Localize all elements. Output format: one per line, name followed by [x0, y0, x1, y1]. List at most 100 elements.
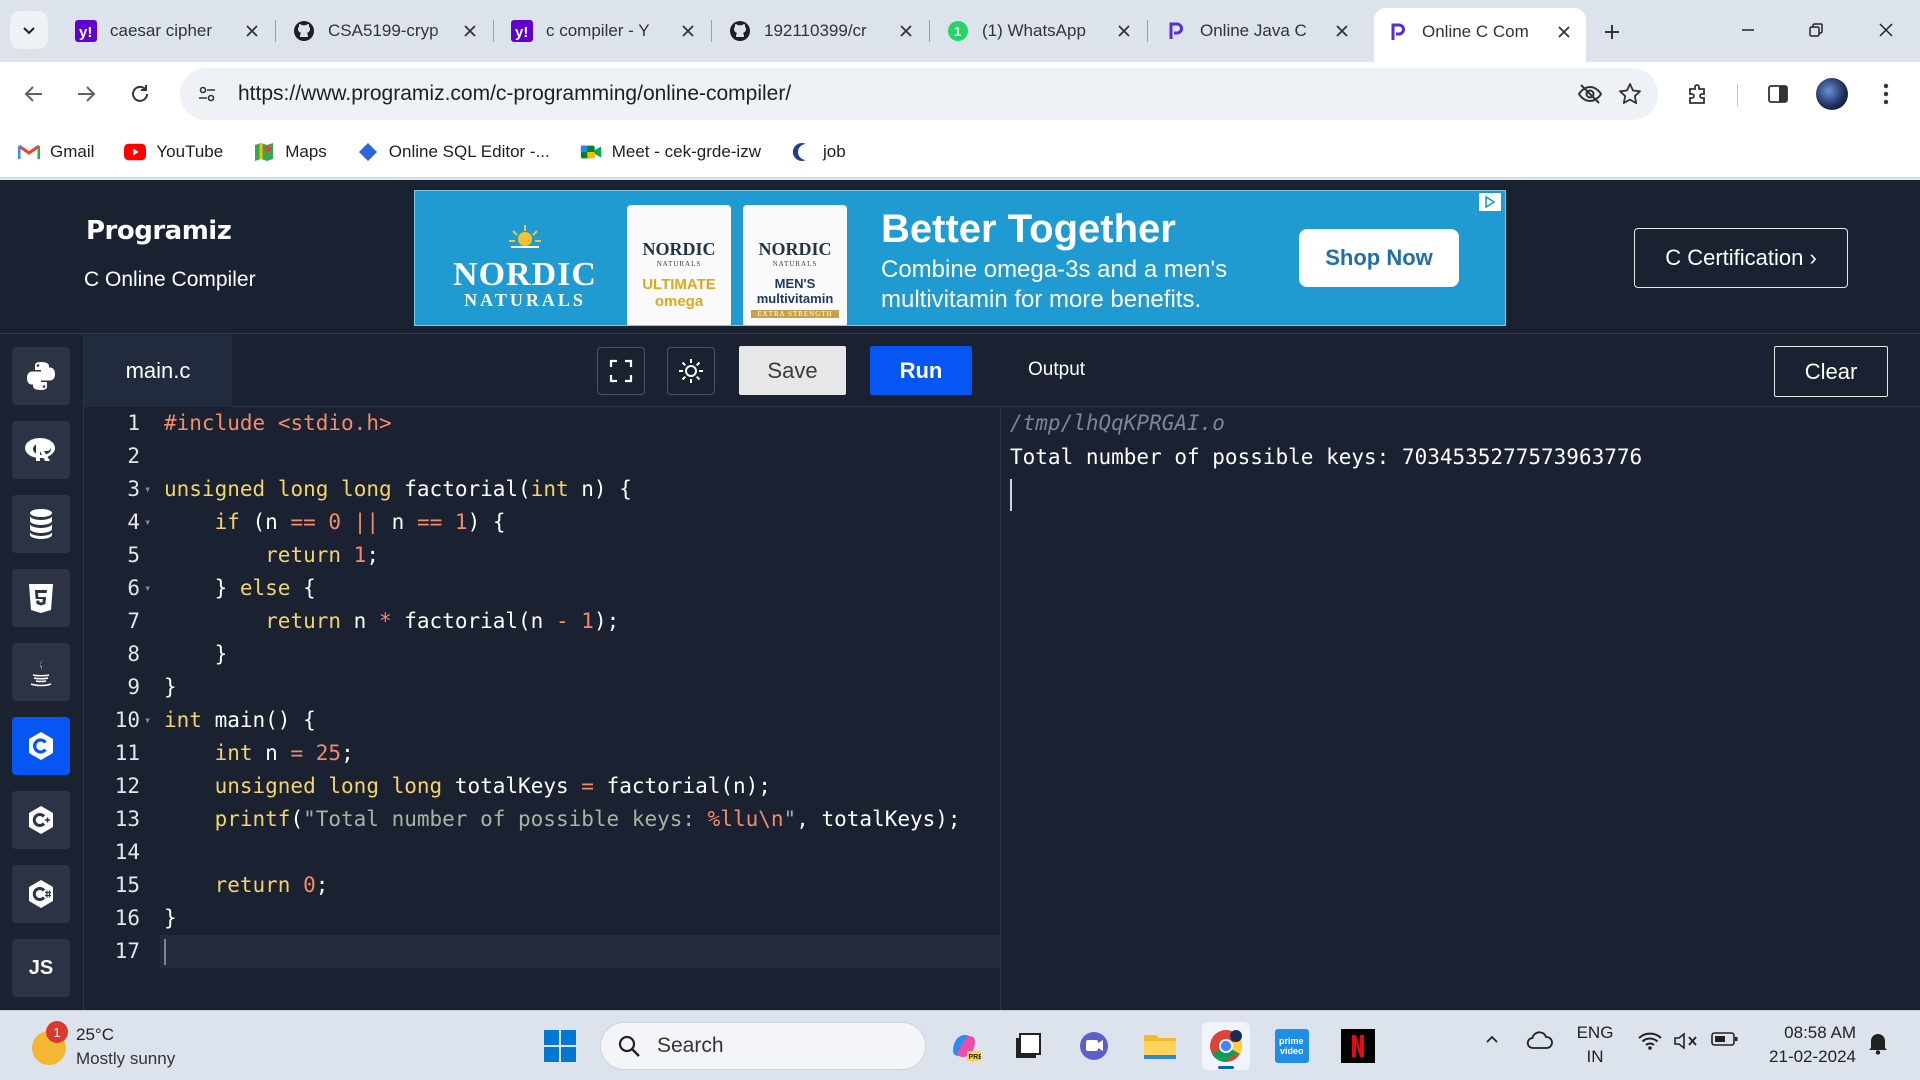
- output-result: Total number of possible keys: 703453527…: [1010, 445, 1643, 469]
- tab-online-java-compiler[interactable]: Online Java C: [1152, 12, 1364, 50]
- chevron-up-icon[interactable]: [1480, 1031, 1504, 1047]
- more-menu-icon[interactable]: [1866, 74, 1906, 114]
- tab-title: Online Java C: [1200, 21, 1307, 40]
- advertisement-banner[interactable]: NORDIC NATURALS NORDIC NATURALS ULTIMATE…: [414, 190, 1506, 326]
- battery-icon[interactable]: [1710, 1031, 1740, 1047]
- clear-button[interactable]: Clear: [1774, 346, 1888, 397]
- c-certification-button[interactable]: C Certification ›: [1634, 228, 1848, 288]
- close-icon[interactable]: [1332, 21, 1352, 41]
- sql-database-icon[interactable]: [12, 495, 70, 553]
- close-icon[interactable]: [1554, 22, 1574, 42]
- tab-whatsapp[interactable]: 1 (1) WhatsApp: [934, 12, 1148, 50]
- bookmark-meet[interactable]: Meet - cek-grde-izw: [580, 141, 761, 163]
- system-clock[interactable]: 08:58 AM 21-02-2024: [1752, 1021, 1856, 1069]
- programiz-logo[interactable]: Programiz: [86, 216, 232, 246]
- close-icon[interactable]: [1114, 21, 1134, 41]
- forward-button[interactable]: [66, 74, 106, 114]
- csharp-icon[interactable]: [12, 865, 70, 923]
- fold-arrow-icon[interactable]: ▾: [144, 704, 151, 737]
- start-button[interactable]: [536, 1022, 584, 1070]
- address-bar[interactable]: https://www.programiz.com/c-programming/…: [180, 68, 1658, 120]
- fold-arrow-icon[interactable]: ▾: [144, 473, 151, 506]
- github-icon: [292, 19, 316, 43]
- notification-bell-icon[interactable]: [1864, 1031, 1892, 1055]
- gmail-icon: [18, 141, 40, 163]
- bookmark-youtube[interactable]: YouTube: [124, 141, 223, 163]
- page-title: C Online Compiler: [84, 268, 256, 291]
- python-icon[interactable]: [12, 347, 70, 405]
- back-button[interactable]: [14, 74, 54, 114]
- cpp-icon[interactable]: [12, 791, 70, 849]
- meet-icon: [580, 141, 602, 163]
- line-number: 8: [127, 642, 140, 666]
- bookmark-online-sql-editor[interactable]: Online SQL Editor -...: [357, 141, 550, 163]
- taskbar-search[interactable]: Search: [600, 1022, 926, 1070]
- run-button[interactable]: Run: [870, 346, 972, 395]
- url-text[interactable]: https://www.programiz.com/c-programming/…: [238, 82, 1570, 106]
- fold-arrow-icon[interactable]: ▾: [144, 506, 151, 539]
- bookmark-label: Gmail: [50, 141, 95, 161]
- volume-muted-icon[interactable]: [1672, 1031, 1700, 1051]
- copilot-icon[interactable]: PRE: [940, 1022, 988, 1070]
- text-caret: [164, 939, 166, 965]
- eye-off-icon[interactable]: [1570, 74, 1610, 114]
- fold-arrow-icon[interactable]: ▾: [144, 572, 151, 605]
- output-console[interactable]: /tmp/lhQqKPRGAI.o Total number of possib…: [1002, 407, 1920, 1010]
- code-line: 8 }: [84, 638, 1000, 671]
- shop-now-button[interactable]: Shop Now: [1299, 229, 1459, 287]
- profile-avatar[interactable]: [1816, 78, 1848, 110]
- star-icon[interactable]: [1610, 74, 1650, 114]
- close-icon[interactable]: [896, 21, 916, 41]
- minimize-button[interactable]: [1718, 12, 1778, 48]
- tab-github-repo[interactable]: 192110399/cr: [716, 12, 930, 50]
- weather-widget[interactable]: 1 25°C Mostly sunny: [28, 1019, 248, 1073]
- reload-button[interactable]: [120, 74, 160, 114]
- code-line: 7 return n * factorial(n - 1);: [84, 605, 1000, 638]
- extensions-icon[interactable]: [1678, 74, 1718, 114]
- line-number: 6: [127, 576, 140, 600]
- bottle-label: ULTIMATE omega: [642, 276, 716, 310]
- bottle-label: MEN'S multivitamin: [756, 276, 834, 306]
- fullscreen-button[interactable]: [597, 347, 645, 395]
- r-language-icon[interactable]: [12, 421, 70, 479]
- task-view-icon[interactable]: [1004, 1022, 1052, 1070]
- code-line: 12 unsigned long long totalKeys = factor…: [84, 770, 1000, 803]
- file-tab-main-c[interactable]: main.c: [84, 335, 232, 407]
- onedrive-cloud-icon[interactable]: [1524, 1031, 1556, 1051]
- save-button[interactable]: Save: [739, 346, 846, 395]
- tab-caesar-cipher[interactable]: y! caesar cipher: [62, 12, 276, 50]
- java-icon[interactable]: [12, 643, 70, 701]
- tab-c-compiler-yahoo[interactable]: y! c compiler - Y: [498, 12, 712, 50]
- tab-online-c-compiler[interactable]: Online C Com: [1374, 8, 1586, 62]
- teams-chat-icon[interactable]: [1070, 1022, 1118, 1070]
- bookmark-job[interactable]: job: [791, 141, 846, 163]
- close-icon[interactable]: [460, 21, 480, 41]
- netflix-icon[interactable]: [1334, 1022, 1382, 1070]
- language-code: ENG: [1576, 1023, 1614, 1042]
- close-window-button[interactable]: [1856, 12, 1916, 48]
- restore-button[interactable]: [1786, 12, 1846, 48]
- javascript-icon[interactable]: JS: [12, 939, 70, 997]
- file-explorer-icon[interactable]: [1136, 1022, 1184, 1070]
- chrome-icon[interactable]: [1202, 1022, 1250, 1070]
- site-info-icon[interactable]: [190, 77, 224, 111]
- new-tab-button[interactable]: [1596, 16, 1628, 48]
- theme-toggle-button[interactable]: [667, 347, 715, 395]
- line-number: 17: [114, 939, 140, 963]
- close-icon[interactable]: [678, 21, 698, 41]
- ad-choices-icon[interactable]: [1479, 193, 1501, 211]
- tab-csa5199[interactable]: CSA5199-cryp: [280, 12, 494, 50]
- prime-video-icon[interactable]: prime video: [1268, 1022, 1316, 1070]
- bookmark-maps[interactable]: Maps: [253, 141, 327, 163]
- close-icon[interactable]: [242, 21, 262, 41]
- code-editor[interactable]: 1 #include <stdio.h> 2 3 ▾ unsigned long lo…: [84, 407, 1001, 1010]
- side-panel-icon[interactable]: [1758, 74, 1798, 114]
- code-line: 10 ▾ int main() {: [84, 704, 1000, 737]
- wifi-icon[interactable]: [1636, 1031, 1664, 1051]
- tab-search-button[interactable]: [10, 11, 48, 49]
- line-number: 9: [127, 675, 140, 699]
- html5-icon[interactable]: [12, 569, 70, 627]
- input-language-indicator[interactable]: ENG IN: [1570, 1021, 1620, 1069]
- bookmark-gmail[interactable]: Gmail: [18, 141, 94, 163]
- c-language-icon[interactable]: [12, 717, 70, 775]
